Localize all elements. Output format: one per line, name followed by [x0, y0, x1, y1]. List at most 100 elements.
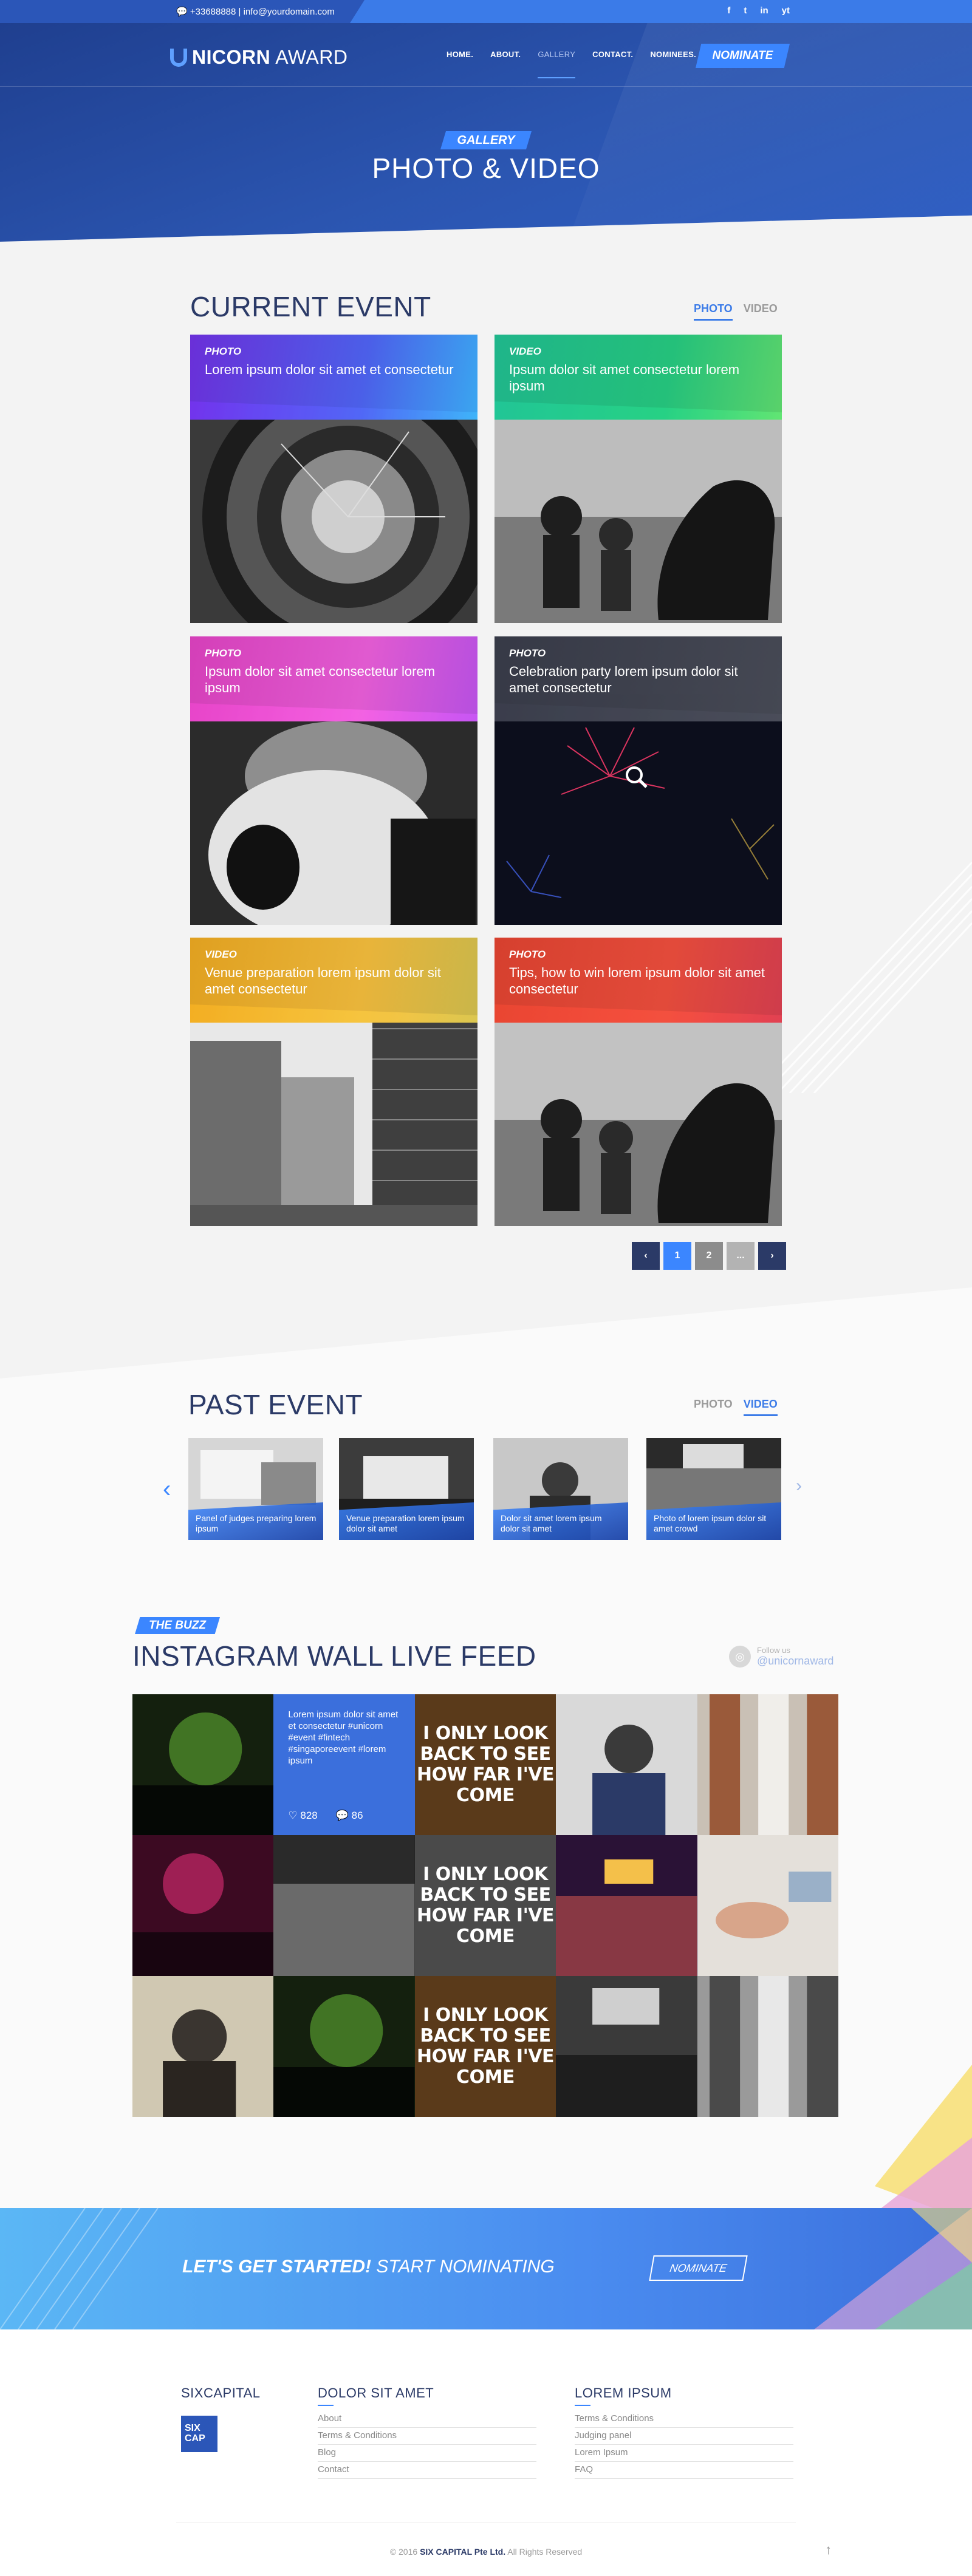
cta-banner: LET'S GET STARTED! START NOMINATING NOMI… — [0, 2208, 972, 2329]
man-board-photo — [556, 1694, 697, 1835]
nav-home[interactable]: HOME. — [447, 50, 473, 78]
hero-banner: NICORN AWARD HOME. ABOUT. GALLERY CONTAC… — [0, 23, 972, 242]
nav-about[interactable]: ABOUT. — [490, 50, 521, 78]
card-title: Celebration party lorem ipsum dolor sit … — [509, 664, 738, 695]
copyright-year: © 2016 — [389, 2547, 418, 2557]
carousel-next-arrow[interactable]: › — [796, 1476, 802, 1496]
instagram-wall-title: INSTAGRAM WALL LIVE FEED — [132, 1640, 536, 1672]
nav-nominees[interactable]: NOMINEES. — [650, 50, 696, 78]
footer-logo-line2: CAP — [185, 2433, 205, 2444]
footer-logo[interactable]: SIX CAP — [181, 2416, 217, 2452]
card-title: Venue preparation lorem ipsum dolor sit … — [205, 965, 441, 997]
thumb-caption: Dolor sit amet lorem ipsum dolor sit ame… — [501, 1513, 602, 1533]
instagram-post[interactable] — [556, 1694, 697, 1835]
footer-link-contact[interactable]: Contact — [318, 2464, 536, 2479]
instagram-post[interactable] — [697, 1835, 838, 1976]
thumb-caption: Photo of lorem ipsum dolor sit amet crow… — [654, 1513, 767, 1533]
quote-text: I ONLY LOOK BACK TO SEE HOW FAR I'VE COM… — [416, 1864, 555, 1947]
next-page-button[interactable]: › — [758, 1242, 786, 1270]
tab-photo[interactable]: PHOTO — [694, 302, 733, 321]
tab-video[interactable]: VIDEO — [743, 1398, 778, 1416]
social-links: f t in yt — [727, 5, 790, 16]
instagram-post[interactable] — [556, 1835, 697, 1976]
page-1-button[interactable]: 1 — [663, 1242, 691, 1270]
past-event-title: PAST EVENT — [188, 1389, 363, 1420]
youtube-icon[interactable]: yt — [782, 5, 790, 16]
footer-link-terms[interactable]: Terms & Conditions — [318, 2430, 536, 2445]
past-event-thumb[interactable]: Panel of judges preparing lorem ipsum — [188, 1438, 323, 1540]
follow-instagram[interactable]: ◎ Follow us @unicornaward — [729, 1646, 833, 1668]
instagram-post[interactable] — [697, 1976, 838, 2117]
back-to-top-icon[interactable]: ↑ — [825, 2542, 832, 2558]
quote-text: I ONLY LOOK BACK TO SEE HOW FAR I'VE COM… — [416, 1723, 555, 1806]
event-card[interactable]: PHOTO Celebration party lorem ipsum dolo… — [495, 636, 782, 925]
page-ellipsis: ... — [727, 1242, 755, 1270]
event-card[interactable]: PHOTO Ipsum dolor sit amet consectetur l… — [190, 636, 477, 925]
likes-stat[interactable]: ♡ 828 — [288, 1810, 317, 1822]
event-card[interactable]: VIDEO Ipsum dolor sit amet consectetur l… — [495, 335, 782, 623]
footer-link-blog[interactable]: Blog — [318, 2447, 536, 2462]
instagram-post[interactable] — [273, 1835, 415, 1976]
facebook-icon[interactable]: f — [727, 5, 730, 16]
thumb-caption: Venue preparation lorem ipsum dolor sit … — [346, 1513, 465, 1533]
instagram-post[interactable] — [556, 1976, 697, 2117]
comments-stat[interactable]: 💬 86 — [336, 1810, 363, 1822]
instagram-post[interactable] — [132, 1835, 274, 1976]
logo-text-nicorn: NICORN — [192, 46, 271, 68]
event-card[interactable]: PHOTO Lorem ipsum dolor sit amet et cons… — [190, 335, 477, 623]
past-event-thumb[interactable]: Photo of lorem ipsum dolor sit amet crow… — [646, 1438, 781, 1540]
top-bar: 💬 +33688888 | info@yourdomain.com f t in… — [0, 0, 972, 23]
card-type: VIDEO — [205, 949, 237, 960]
concert-photo — [273, 1976, 415, 2117]
footer-link-judging-panel[interactable]: Judging panel — [575, 2430, 793, 2445]
tab-photo[interactable]: PHOTO — [694, 1398, 733, 1416]
instagram-post[interactable] — [132, 1976, 274, 2117]
linkedin-icon[interactable]: in — [760, 5, 768, 16]
copyright-rights: All Rights Reserved — [507, 2547, 583, 2557]
card-type: PHOTO — [509, 647, 546, 659]
instagram-post[interactable]: I ONLY LOOK BACK TO SEE HOW FAR I'VE COM… — [414, 1835, 556, 1976]
instagram-post[interactable]: I ONLY LOOK BACK TO SEE HOW FAR I'VE COM… — [414, 1976, 556, 2117]
site-logo[interactable]: NICORN AWARD — [170, 46, 347, 69]
cta-nominate-button[interactable]: NOMINATE — [649, 2255, 748, 2281]
footer-col3-underline — [575, 2405, 590, 2406]
carousel-prev-arrow[interactable]: ‹ — [163, 1476, 171, 1503]
card-type: VIDEO — [509, 346, 541, 357]
instagram-post[interactable] — [273, 1976, 415, 2117]
past-event-thumb[interactable]: Dolor sit amet lorem ipsum dolor sit ame… — [493, 1438, 628, 1540]
event-card[interactable]: VIDEO Venue preparation lorem ipsum dolo… — [190, 938, 477, 1226]
event-card[interactable]: PHOTO Tips, how to win lorem ipsum dolor… — [495, 938, 782, 1226]
footer-link-terms[interactable]: Terms & Conditions — [575, 2413, 793, 2428]
header-divider — [0, 86, 972, 87]
past-event-thumb[interactable]: Venue preparation lorem ipsum dolor sit … — [339, 1438, 474, 1540]
instagram-post[interactable] — [132, 1694, 274, 1835]
card-title: Ipsum dolor sit amet consectetur lorem i… — [509, 362, 740, 394]
calendar-photo — [697, 1976, 838, 2117]
main-nav: HOME. ABOUT. GALLERY CONTACT. NOMINEES. — [447, 50, 696, 78]
nav-contact[interactable]: CONTACT. — [592, 50, 633, 78]
follow-text: Follow us @unicornaward — [757, 1646, 833, 1668]
twitter-icon[interactable]: t — [744, 5, 747, 16]
copyright-company: SIX CAPITAL Pte Ltd. — [420, 2547, 506, 2557]
instagram-post[interactable] — [697, 1694, 838, 1835]
quote-text: I ONLY LOOK BACK TO SEE HOW FAR I'VE COM… — [416, 2005, 555, 2088]
footer-link-faq[interactable]: FAQ — [575, 2464, 793, 2479]
footer-link-about[interactable]: About — [318, 2413, 536, 2428]
footer-link-lorem-ipsum[interactable]: Lorem Ipsum — [575, 2447, 793, 2462]
footer-logo-line1: SIX — [185, 2423, 200, 2433]
tab-video[interactable]: VIDEO — [744, 302, 778, 321]
card-title: Tips, how to win lorem ipsum dolor sit a… — [509, 965, 765, 997]
nav-gallery[interactable]: GALLERY — [538, 50, 576, 78]
page-2-button[interactable]: 2 — [695, 1242, 723, 1270]
follow-username: @unicornaward — [757, 1655, 834, 1667]
page: 💬 +33688888 | info@yourdomain.com f t in… — [0, 0, 972, 2576]
prev-page-button[interactable]: ‹ — [632, 1242, 660, 1270]
zoom-icon[interactable] — [623, 764, 650, 791]
post-stats: ♡ 828 💬 86 — [288, 1810, 363, 1822]
card-title: Lorem ipsum dolor sit amet et consectetu… — [205, 362, 454, 377]
card-title: Ipsum dolor sit amet consectetur lorem i… — [205, 664, 436, 695]
instagram-post-highlighted[interactable]: Lorem ipsum dolor sit amet et consectetu… — [273, 1694, 415, 1835]
instagram-post[interactable]: I ONLY LOOK BACK TO SEE HOW FAR I'VE COM… — [414, 1694, 556, 1835]
nominate-button[interactable]: NOMINATE — [696, 44, 790, 68]
decorative-stripes — [753, 861, 972, 1093]
